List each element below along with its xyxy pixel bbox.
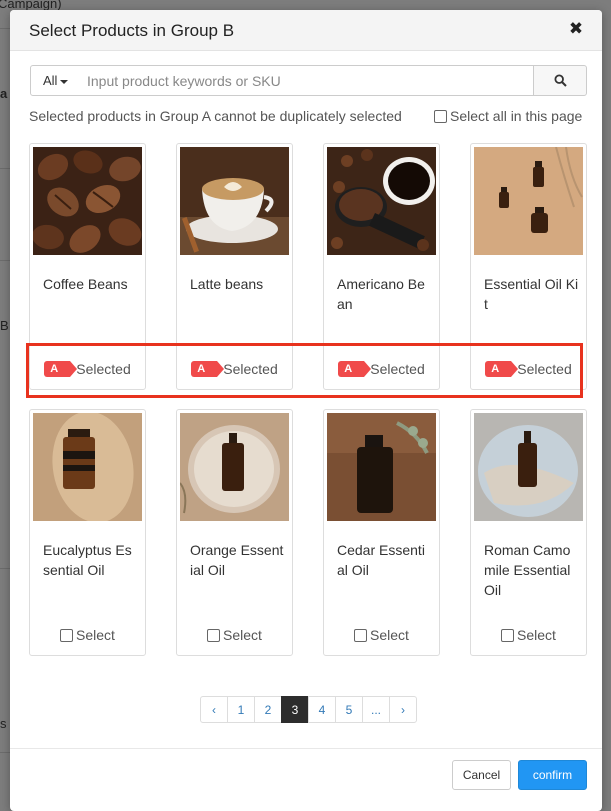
product-card[interactable]: Roman Camomile Essential Oil Select xyxy=(470,409,587,656)
pagination: ‹ 1 2 3 4 5 ... › xyxy=(200,696,418,723)
product-name: Coffee Beans xyxy=(43,276,128,292)
modal-header: Select Products in Group B ✖ xyxy=(10,10,602,51)
page-ellipsis[interactable]: ... xyxy=(362,696,391,723)
product-card[interactable]: Cedar Essential Oil Select xyxy=(323,409,440,656)
background-text: s xyxy=(0,716,7,731)
product-image-camomile-oil xyxy=(474,413,583,521)
product-image-orange-oil xyxy=(180,413,289,521)
product-select-modal: Select Products in Group B ✖ All Selecte… xyxy=(10,10,602,811)
modal-title: Select Products in Group B xyxy=(29,21,235,40)
product-name: Eucalyptus Essential Oil xyxy=(43,542,132,578)
status-label: Select xyxy=(517,627,556,643)
page-2[interactable]: 2 xyxy=(254,696,282,723)
select-checkbox[interactable]: Select xyxy=(177,627,292,643)
status-label: Select xyxy=(223,627,262,643)
checkbox[interactable] xyxy=(501,628,515,642)
checkbox[interactable] xyxy=(60,628,74,642)
product-name: Latte beans xyxy=(190,276,264,292)
status-label: Select xyxy=(76,627,115,643)
background-text: B xyxy=(0,318,9,333)
product-image-latte xyxy=(180,147,289,255)
selected-row-highlight xyxy=(26,343,583,398)
product-name: Orange Essential Oil xyxy=(190,542,284,578)
duplicate-hint: Selected products in Group A cannot be d… xyxy=(29,108,402,124)
product-card[interactable]: Orange Essential Oil Select xyxy=(176,409,293,656)
status-label: Select xyxy=(370,627,409,643)
search-input[interactable] xyxy=(81,65,534,96)
search-scope-label: All xyxy=(43,73,58,88)
checkbox[interactable] xyxy=(434,109,447,123)
product-name: Americano Bean xyxy=(337,276,425,312)
select-checkbox[interactable]: Select xyxy=(30,627,145,643)
product-image-essential-oil-kit xyxy=(474,147,583,255)
product-name: Cedar Essential Oil xyxy=(337,542,425,578)
next-page-button[interactable]: › xyxy=(389,696,418,723)
page-5[interactable]: 5 xyxy=(335,696,363,723)
close-icon[interactable]: ✖ xyxy=(567,19,585,39)
confirm-button[interactable]: confirm xyxy=(518,760,587,790)
prev-page-button[interactable]: ‹ xyxy=(200,696,228,723)
search-button[interactable] xyxy=(533,65,587,96)
page-1[interactable]: 1 xyxy=(227,696,255,723)
page-3[interactable]: 3 xyxy=(281,696,309,723)
product-name: Roman Camomile Essential Oil xyxy=(484,540,579,600)
select-checkbox[interactable]: Select xyxy=(324,627,439,643)
product-name-text: Roman Camomile Essential Oil xyxy=(484,542,571,598)
product-image-cedar-oil xyxy=(327,413,436,521)
checkbox[interactable] xyxy=(354,628,368,642)
product-image-eucalyptus xyxy=(33,413,142,521)
cancel-button[interactable]: Cancel xyxy=(452,760,511,790)
select-all-checkbox[interactable]: Select all in this page xyxy=(434,108,582,124)
product-card[interactable]: Eucalyptus Essential Oil Select xyxy=(29,409,146,656)
footer-divider xyxy=(10,748,602,749)
background-text: a xyxy=(0,86,8,101)
search-scope-dropdown[interactable]: All xyxy=(30,65,82,96)
product-name: Essential Oil Kit xyxy=(484,276,579,312)
select-checkbox[interactable]: Select xyxy=(471,627,586,643)
checkbox[interactable] xyxy=(207,628,221,642)
page-4[interactable]: 4 xyxy=(308,696,336,723)
search-icon xyxy=(553,74,567,87)
product-image-americano xyxy=(327,147,436,255)
search-bar: All xyxy=(30,65,587,96)
caret-down-icon xyxy=(60,79,69,84)
select-all-label: Select all in this page xyxy=(450,108,583,124)
product-image-coffee-beans xyxy=(33,147,142,255)
